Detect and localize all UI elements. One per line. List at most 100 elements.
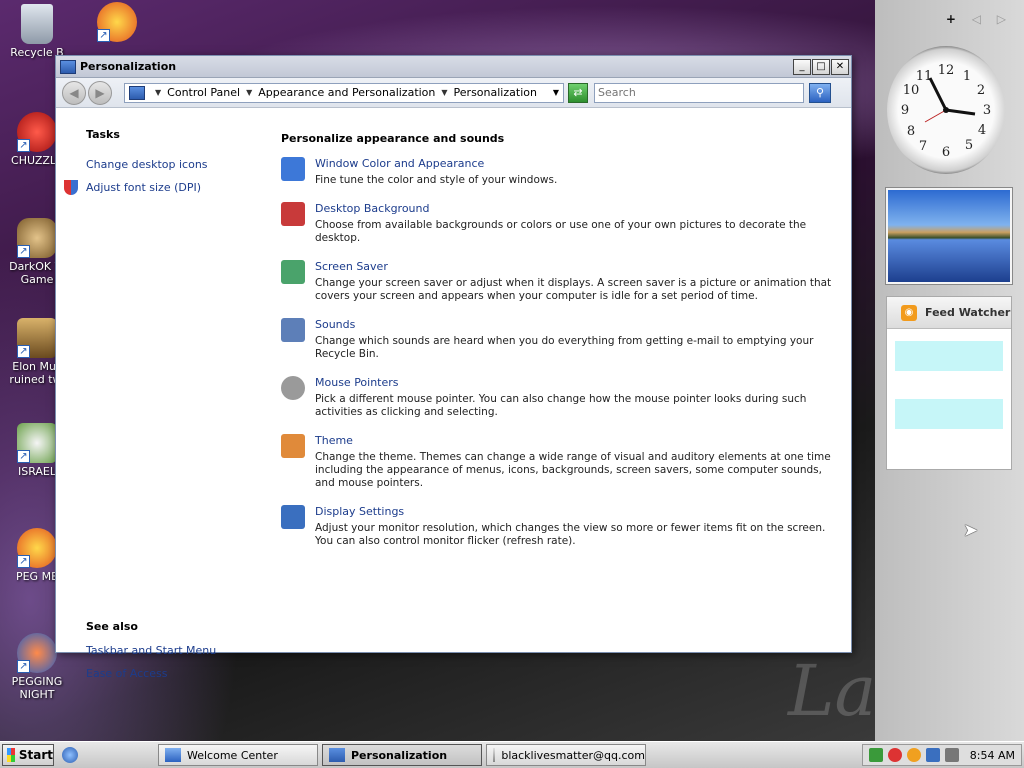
control-panel-icon [329,748,345,762]
svg-text:8: 8 [907,124,915,139]
taskbar-clock[interactable]: 8:54 AM [970,749,1015,762]
shortcut-arrow-icon: ↗ [17,555,30,568]
chevron-down-icon[interactable]: ▼ [441,88,447,97]
window-controls: _ □ ✕ [792,58,849,75]
mouse-pointers-desc: Pick a different mouse pointer. You can … [315,393,807,418]
wallpaper-watermark: La [788,650,875,732]
address-dropdown-icon[interactable]: ▼ [553,88,559,97]
feed-item[interactable] [895,399,1003,429]
tasks-heading: Tasks [86,128,120,141]
search-input[interactable] [594,82,804,103]
security-alert-icon[interactable] [887,748,902,762]
display-settings-link[interactable]: Display Settings [315,505,841,518]
title-bar[interactable]: Personalization _ □ ✕ [56,56,851,78]
forward-button[interactable]: ▶ [88,80,112,105]
internet-explorer-icon[interactable] [62,747,78,763]
recycle-bin-icon[interactable]: Recycle B [2,4,72,59]
back-button[interactable]: ◀ [62,80,86,105]
pegging-night-label: PEGGING NIGHT [11,675,63,701]
svg-text:2: 2 [977,83,985,98]
rss-icon: ◉ [901,304,917,321]
theme-desc: Change the theme. Themes can change a wi… [315,451,831,489]
mouse-pointers-item: Mouse Pointers Pick a different mouse poi… [281,376,841,419]
clock-gadget[interactable]: 12 1 2 345 678 9 10 11 [887,46,1005,174]
svg-text:5: 5 [965,138,973,153]
start-button[interactable]: Start [2,744,54,766]
svg-text:11: 11 [916,69,933,84]
window-color-desc: Fine tune the color and style of your wi… [315,174,558,186]
control-panel-icon [129,85,145,100]
svg-text:9: 9 [901,103,909,118]
add-gadget-button[interactable]: + [946,12,956,26]
svg-text:3: 3 [983,103,991,118]
next-gadgets-button[interactable]: ▷ [997,12,1006,26]
taskbar-welcome-center[interactable]: Welcome Center [158,744,318,766]
task-pane: Tasks Change desktop icons Adjust font s… [56,110,271,680]
window-color-link[interactable]: Window Color and Appearance [315,157,557,170]
taskbar-personalization[interactable]: Personalization [322,744,482,766]
svg-text:1: 1 [963,69,971,84]
shortcut-arrow-icon: ↗ [17,139,30,152]
main-content: Personalize appearance and sounds Window… [281,110,841,563]
address-bar[interactable]: ▼ Control Panel ▼ Appearance and Persona… [124,82,564,103]
system-tray: 8:54 AM [861,744,1022,766]
taskbar-welcome-center-label: Welcome Center [187,748,278,762]
maximize-button[interactable]: □ [812,58,830,75]
svg-text:7: 7 [919,139,927,154]
prev-gadgets-button[interactable]: ◁ [972,12,981,26]
svg-text:6: 6 [942,145,950,160]
screen-saver-desc: Change your screen saver or adjust when … [315,277,832,302]
shortcut-arrow-icon: ↗ [17,660,30,673]
window-title: Personalization [80,60,177,73]
sidebar-controls: + ◁ ▷ [934,12,1006,26]
shortcut-arrow-icon: ↗ [97,29,110,42]
feed-header: ◉ Feed Watcher [887,297,1011,329]
ease-of-access-link[interactable]: Ease of Access [86,662,216,685]
adjust-font-size-link[interactable]: Adjust font size (DPI) [64,176,271,199]
peggle-icon[interactable]: ↗ [82,2,152,44]
feed-item[interactable] [895,341,1003,371]
search-icon[interactable]: ⚲ [809,82,831,103]
adjust-font-size-label: Adjust font size (DPI) [86,181,202,194]
sounds-icon [281,318,305,342]
control-panel-icon [60,59,76,74]
sounds-desc: Change which sounds are heard when you d… [315,335,814,360]
taskbar-email-label: blacklivesmatter@qq.com [501,748,645,762]
shortcut-arrow-icon: ↗ [17,245,30,258]
theme-link[interactable]: Theme [315,434,841,447]
change-desktop-icons-link[interactable]: Change desktop icons [86,153,271,176]
display-settings-desc: Adjust your monitor resolution, which ch… [315,522,826,547]
mouse-pointers-link[interactable]: Mouse Pointers [315,376,841,389]
taskbar-start-menu-link[interactable]: Taskbar and Start Menu [86,639,216,662]
chevron-down-icon[interactable]: ▼ [246,88,252,97]
page-title: Personalize appearance and sounds [281,132,505,145]
network-icon[interactable] [925,748,940,762]
search-icon[interactable] [906,748,921,762]
close-button[interactable]: ✕ [831,58,849,75]
windows-logo-icon [7,748,15,762]
welcome-center-icon [165,748,181,762]
navigation-toolbar: ◀ ▶ ▼ Control Panel ▼ Appearance and Per… [56,78,851,108]
feed-watcher-gadget[interactable]: ◉ Feed Watcher [886,296,1012,470]
email-app-icon [493,748,496,762]
volume-icon[interactable] [944,748,959,762]
sounds-link[interactable]: Sounds [315,318,841,331]
see-also-section: See also Taskbar and Start Menu Ease of … [86,620,216,685]
minimize-button[interactable]: _ [793,58,811,75]
svg-text:12: 12 [938,63,955,78]
breadcrumb-control-panel[interactable]: Control Panel [167,86,240,99]
slideshow-gadget[interactable] [886,188,1012,284]
chevron-down-icon[interactable]: ▼ [155,88,161,97]
breadcrumb-appearance[interactable]: Appearance and Personalization [258,86,435,99]
refresh-button[interactable]: ⇄ [568,82,588,103]
desktop-background-link[interactable]: Desktop Background [315,202,841,215]
screen-saver-link[interactable]: Screen Saver [315,260,841,273]
desktop-background-icon [281,202,305,226]
display-settings-icon [281,505,305,529]
network-status-icon[interactable] [868,748,883,762]
mouse-pointer-icon [281,376,305,400]
uac-shield-icon [64,180,78,195]
taskbar-email[interactable]: blacklivesmatter@qq.com [486,744,646,766]
breadcrumb-personalization[interactable]: Personalization [454,86,537,99]
shortcut-arrow-icon: ↗ [17,450,30,463]
